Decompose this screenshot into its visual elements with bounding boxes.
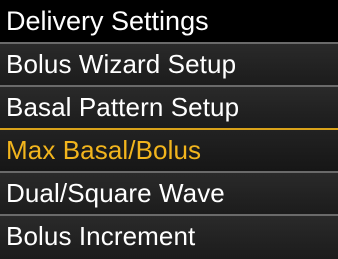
menu-item-dual-square-wave[interactable]: Dual/Square Wave [0, 171, 338, 214]
menu-item-basal-pattern-setup[interactable]: Basal Pattern Setup [0, 85, 338, 128]
menu-item-max-basal-bolus[interactable]: Max Basal/Bolus [0, 128, 338, 173]
pump-screen: Delivery Settings Bolus Wizard Setup Bas… [0, 0, 338, 259]
screen-title: Delivery Settings [0, 0, 338, 42]
delivery-settings-menu: Bolus Wizard Setup Basal Pattern Setup M… [0, 42, 338, 259]
menu-item-bolus-wizard-setup[interactable]: Bolus Wizard Setup [0, 42, 338, 85]
menu-item-bolus-increment[interactable]: Bolus Increment [0, 214, 338, 259]
